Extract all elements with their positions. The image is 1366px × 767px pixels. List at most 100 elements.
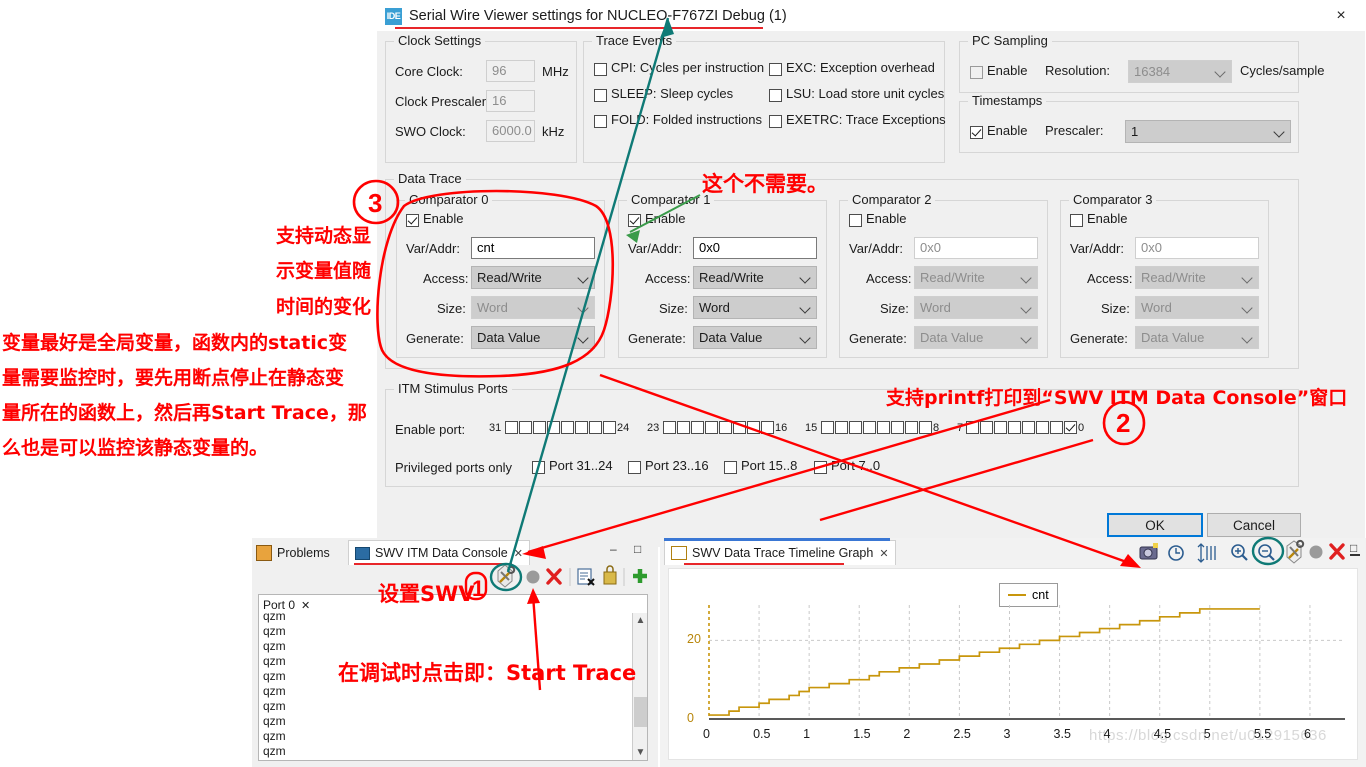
ok-button[interactable]: OK <box>1107 513 1203 537</box>
close-icon[interactable]: × <box>1327 3 1355 29</box>
itm-port-checkbox-5[interactable] <box>994 421 1007 434</box>
comparator-2-var-input[interactable]: 0x0 <box>914 237 1038 259</box>
itm-port-checkbox-31[interactable] <box>505 421 518 434</box>
itm-port-checkbox-4[interactable] <box>1008 421 1021 434</box>
scroll-down-icon[interactable]: ▼ <box>633 747 648 758</box>
comparator-2-size-select[interactable]: Word <box>914 296 1038 319</box>
trace-event-checkbox-cpi[interactable] <box>594 63 607 76</box>
comparator-1-size-select[interactable]: Word <box>693 296 817 319</box>
timestamps-prescaler-select[interactable]: 1 <box>1125 120 1291 143</box>
cancel-button[interactable]: Cancel <box>1207 513 1301 537</box>
comparator-0-size-select[interactable]: Word <box>471 296 595 319</box>
itm-port-checkbox-12[interactable] <box>863 421 876 434</box>
privileged-label-15-8: Port 15..8 <box>741 458 798 473</box>
comparator-3-generate-select[interactable]: Data Value <box>1135 326 1259 349</box>
itm-port-checkbox-9[interactable] <box>905 421 918 434</box>
swo-clock-unit: kHz <box>542 124 565 139</box>
graph-maximize-icon[interactable]: □ <box>1350 541 1357 555</box>
comparator-3-size-select[interactable]: Word <box>1135 296 1259 319</box>
comparator-0-var-input[interactable]: cnt <box>471 237 595 259</box>
comparator-3-var-input[interactable]: 0x0 <box>1135 237 1259 259</box>
annotation-static-var-4: 么也是可以监控该静态变量的。 <box>2 437 269 459</box>
comparator-2-generate-select[interactable]: Data Value <box>914 326 1038 349</box>
itm-port-checkbox-6[interactable] <box>980 421 993 434</box>
privileged-checkbox-15-8[interactable] <box>724 461 737 474</box>
scroll-up-icon[interactable]: ▲ <box>633 615 648 626</box>
privileged-checkbox-7-0[interactable] <box>814 461 827 474</box>
itm-port-checkbox-8[interactable] <box>919 421 932 434</box>
comparator-3-enable-checkbox[interactable] <box>1070 214 1083 227</box>
itm-port-checkbox-10[interactable] <box>891 421 904 434</box>
pc-sampling-legend: PC Sampling <box>968 33 1052 48</box>
maximize-icon[interactable]: □ <box>634 542 641 556</box>
port-0-close-icon[interactable]: ✕ <box>301 599 310 612</box>
privileged-checkbox-23-16[interactable] <box>628 461 641 474</box>
timestamps-prescaler-value: 1 <box>1131 124 1139 139</box>
comparator-1-size-label: Size: <box>659 301 688 316</box>
itm-port-checkbox-17[interactable] <box>747 421 760 434</box>
pc-sampling-resolution-select[interactable]: 16384 <box>1128 60 1232 83</box>
itm-port-checkbox-14[interactable] <box>835 421 848 434</box>
itm-port-checkbox-21[interactable] <box>691 421 704 434</box>
itm-port-checkbox-19[interactable] <box>719 421 732 434</box>
itm-port-checkbox-25[interactable] <box>589 421 602 434</box>
comparator-2-access-select[interactable]: Read/Write <box>914 266 1038 289</box>
comparator-2-enable-checkbox[interactable] <box>849 214 862 227</box>
console-line: qzm <box>263 744 286 758</box>
comparator-0-generate-select[interactable]: Data Value <box>471 326 595 349</box>
itm-port-checkbox-29[interactable] <box>533 421 546 434</box>
console-line: qzm <box>263 609 286 623</box>
itm-port-checkbox-26[interactable] <box>575 421 588 434</box>
itm-port-checkbox-23[interactable] <box>663 421 676 434</box>
screenshot-icon <box>1139 543 1158 560</box>
itm-port-checkbox-20[interactable] <box>705 421 718 434</box>
itm-port-checkbox-7[interactable] <box>966 421 979 434</box>
itm-port-checkbox-24[interactable] <box>603 421 616 434</box>
comparator-1-access-select[interactable]: Read/Write <box>693 266 817 289</box>
tab-swv-data-trace-timeline-graph[interactable]: SWV Data Trace Timeline Graph ✕ <box>664 540 896 565</box>
itm-port-checkbox-3[interactable] <box>1022 421 1035 434</box>
itm-port-checkbox-16[interactable] <box>761 421 774 434</box>
pc-sampling-enable-checkbox[interactable] <box>970 66 983 79</box>
comparator-2-access-value: Read/Write <box>920 270 985 285</box>
comparator-0-access-select[interactable]: Read/Write <box>471 266 595 289</box>
console-tab-annotation-underline <box>354 563 512 565</box>
itm-port-checkbox-22[interactable] <box>677 421 690 434</box>
itm-port-checkbox-15[interactable] <box>821 421 834 434</box>
tab-close-icon[interactable]: ✕ <box>514 547 523 560</box>
itm-port-checkbox-2[interactable] <box>1036 421 1049 434</box>
itm-port-checkbox-0[interactable] <box>1064 421 1077 434</box>
tab-swv-itm-data-console[interactable]: SWV ITM Data Console ✕ <box>348 540 530 565</box>
zoom-in-icon <box>1231 544 1248 561</box>
trace-event-checkbox-lsu[interactable] <box>769 89 782 102</box>
trace-event-checkbox-fold[interactable] <box>594 115 607 128</box>
comparator-1-enable-checkbox[interactable] <box>628 214 641 227</box>
tab-close-icon[interactable]: ✕ <box>879 547 888 560</box>
console-scroll-thumb[interactable] <box>634 697 647 727</box>
tab-problems[interactable]: Problems <box>256 542 330 564</box>
minimize-icon[interactable]: – <box>610 542 617 556</box>
itm-port-checkbox-30[interactable] <box>519 421 532 434</box>
timestamps-enable-checkbox[interactable] <box>970 126 983 139</box>
comparator-1-var-input[interactable]: 0x0 <box>693 237 817 259</box>
core-clock-input[interactable]: 96 <box>486 60 535 82</box>
clock-prescaler-input[interactable]: 16 <box>486 90 535 112</box>
trace-event-checkbox-exetrc[interactable] <box>769 115 782 128</box>
itm-port-checkbox-18[interactable] <box>733 421 746 434</box>
itm-port-checkbox-27[interactable] <box>561 421 574 434</box>
itm-port-checkbox-13[interactable] <box>849 421 862 434</box>
comparator-3-access-select[interactable]: Read/Write <box>1135 266 1259 289</box>
trace-event-checkbox-exc[interactable] <box>769 63 782 76</box>
itm-port-checkbox-28[interactable] <box>547 421 560 434</box>
dialog-title: Serial Wire Viewer settings for NUCLEO-F… <box>409 8 787 24</box>
itm-port-checkbox-11[interactable] <box>877 421 890 434</box>
comparator-1-generate-select[interactable]: Data Value <box>693 326 817 349</box>
swv-itm-data-console-panel: Problems SWV ITM Data Console ✕ – □ Port… <box>252 538 658 767</box>
itm-port-checkbox-1[interactable] <box>1050 421 1063 434</box>
console-line: qzm <box>263 714 286 728</box>
comparator-0-enable-checkbox[interactable] <box>406 214 419 227</box>
swo-clock-input[interactable]: 6000.0 <box>486 120 535 142</box>
graph-minimize-icon[interactable] <box>1287 541 1290 555</box>
privileged-checkbox-31-24[interactable] <box>532 461 545 474</box>
trace-event-checkbox-sleep[interactable] <box>594 89 607 102</box>
